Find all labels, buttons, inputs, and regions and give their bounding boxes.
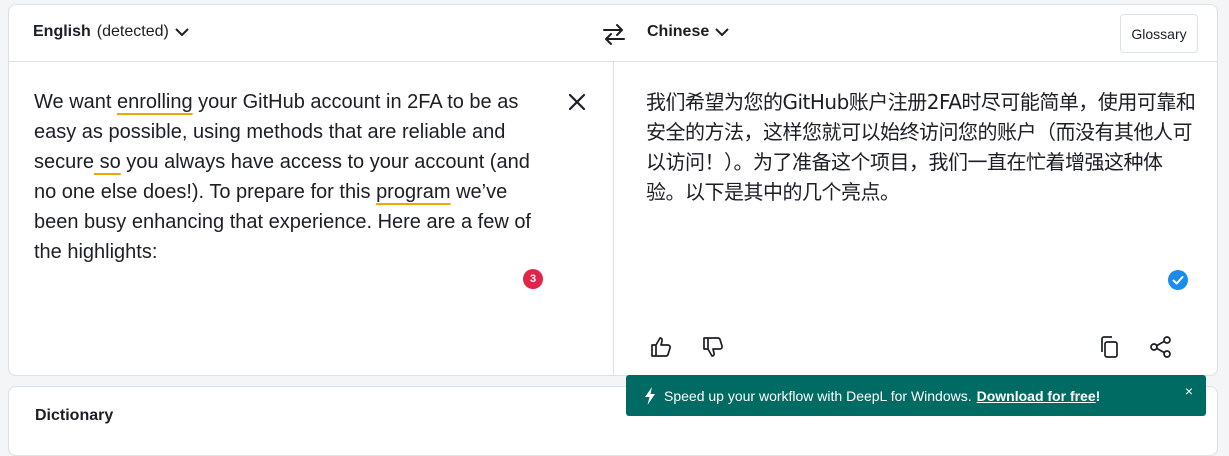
share-button[interactable] <box>1147 333 1175 361</box>
source-text-input[interactable]: We want enrolling your GitHub account in… <box>34 87 554 267</box>
check-circle-icon <box>1168 270 1188 290</box>
thumbs-down-button[interactable] <box>699 333 727 361</box>
promo-banner: Speed up your workflow with DeepL for Wi… <box>626 375 1206 416</box>
lightning-icon <box>645 386 655 405</box>
thumbs-down-icon <box>703 337 723 357</box>
dictionary-title: Dictionary <box>35 407 114 424</box>
translator-panel: English (detected) Chinese Glossary We w… <box>8 4 1218 376</box>
flagged-word[interactable]: program <box>376 181 450 203</box>
detected-label: (detected) <box>96 23 169 40</box>
promo-suffix: ! <box>1095 387 1101 404</box>
close-icon[interactable]: × <box>1182 384 1196 398</box>
language-bar: English (detected) Chinese Glossary <box>9 5 1217 62</box>
source-language-selector[interactable]: English (detected) <box>33 23 189 41</box>
copy-button[interactable] <box>1095 333 1123 361</box>
thumbs-up-button[interactable] <box>647 333 675 361</box>
target-language-label: Chinese <box>647 23 710 40</box>
swap-languages-icon[interactable] <box>602 23 626 45</box>
panel-divider <box>613 62 614 375</box>
chevron-down-icon <box>715 28 729 37</box>
close-icon[interactable] <box>566 91 588 113</box>
thumbs-up-icon <box>651 337 671 357</box>
issues-badge[interactable]: 3 <box>523 269 543 289</box>
copy-icon <box>1101 336 1118 358</box>
glossary-button[interactable]: Glossary <box>1120 14 1198 53</box>
source-text-segment: We want <box>34 91 117 113</box>
download-link[interactable]: Download for free <box>977 388 1096 404</box>
source-language-label: English <box>33 23 91 40</box>
translation-output: 我们希望为您的GitHub账户注册2FA时尽可能简单，使用可靠和安全的方法，这样… <box>646 90 1196 204</box>
share-icon <box>1150 336 1171 358</box>
flagged-word[interactable]: so <box>94 151 121 173</box>
promo-message: Speed up your workflow with DeepL for Wi… <box>664 387 972 404</box>
target-language-selector[interactable]: Chinese <box>647 23 729 41</box>
flagged-word[interactable]: enrolling <box>117 91 193 113</box>
chevron-down-icon <box>175 28 189 37</box>
